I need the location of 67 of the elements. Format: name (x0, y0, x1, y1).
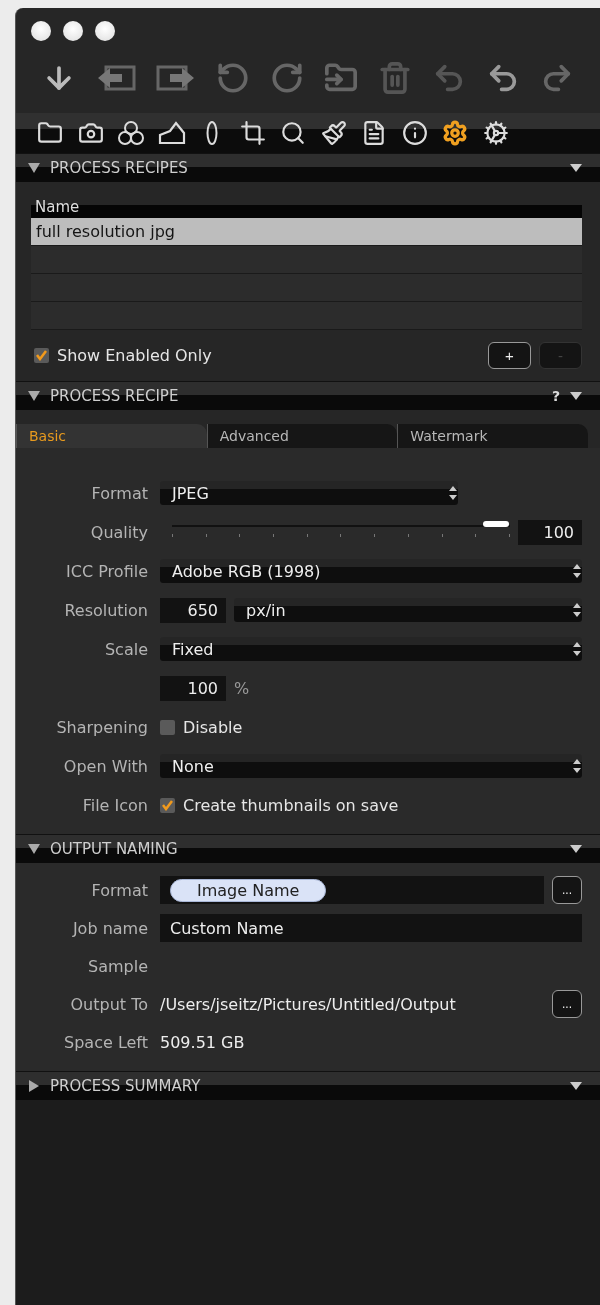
number-field[interactable]: 650 (160, 597, 226, 623)
field-label: Job name (71, 918, 148, 938)
rotate-right-icon[interactable] (270, 61, 304, 95)
field-label: Sharpening (55, 717, 148, 737)
move-right-icon[interactable] (156, 64, 196, 92)
checkbox-label: Create thumbnails on save (183, 795, 399, 815)
column-header: Name (31, 196, 582, 218)
field-label: Resolution (63, 600, 148, 620)
section-header[interactable]: PROCESS RECIPES (16, 153, 600, 182)
value-text: 509.51 GB (160, 1032, 246, 1052)
more-button[interactable]: ... (552, 876, 582, 904)
expand-triangle-icon[interactable] (28, 1080, 40, 1092)
add-button[interactable]: + (488, 342, 531, 369)
dropdown[interactable]: None (160, 754, 582, 778)
token-chip[interactable]: Image Name (170, 878, 327, 902)
menu-triangle-icon[interactable] (570, 164, 582, 172)
help-button[interactable]: ? (551, 388, 560, 404)
field-label: Output To (69, 994, 148, 1014)
window-control[interactable] (31, 21, 51, 41)
move-left-icon[interactable] (96, 64, 136, 92)
dropdown[interactable]: JPEG (160, 481, 458, 505)
field-label: Space Left (63, 1032, 148, 1052)
field-label: Scale (103, 639, 148, 659)
number-field[interactable]: 100 (518, 519, 582, 545)
stepper-icon (572, 563, 582, 579)
collapse-triangle-icon[interactable] (28, 390, 40, 402)
input-field[interactable]: Custom Name (160, 914, 582, 942)
stepper-icon (448, 485, 458, 501)
field-label: Quality (89, 522, 148, 542)
collapse-triangle-icon[interactable] (28, 843, 40, 855)
field-label: Sample (87, 956, 148, 976)
number-field[interactable]: 100 (160, 675, 226, 701)
field-label: Open With (62, 756, 148, 776)
tab[interactable]: Advanced (206, 424, 398, 448)
section-header[interactable]: PROCESS RECIPE ? (16, 381, 600, 410)
checkbox-label: Show Enabled Only (57, 346, 212, 365)
tab[interactable]: Basic (16, 424, 207, 448)
stepper-icon (572, 602, 582, 618)
unit-label: % (234, 678, 250, 698)
list-row[interactable]: full resolution jpg (31, 218, 582, 246)
rotate-left-icon[interactable] (216, 61, 250, 95)
menu-triangle-icon[interactable] (570, 392, 582, 400)
field-label: Format (90, 880, 148, 900)
checkbox[interactable] (160, 797, 175, 813)
window-control[interactable] (95, 21, 115, 41)
slider-thumb[interactable] (483, 521, 510, 527)
field-label: Format (90, 483, 148, 503)
checkbox-label: Disable (183, 717, 243, 737)
format-field[interactable]: Image Name (160, 876, 544, 904)
field-label: ICC Profile (65, 561, 148, 581)
menu-triangle-icon[interactable] (570, 1082, 582, 1090)
checkbox[interactable] (34, 348, 49, 363)
path-text: /Users/jseitz/Pictures/Untitled/Output (160, 994, 457, 1014)
dropdown[interactable]: px/in (234, 598, 582, 622)
stepper-icon (572, 641, 582, 657)
dropdown[interactable]: Fixed (160, 637, 582, 661)
field-label: File Icon (81, 795, 148, 815)
collapse-triangle-icon[interactable] (28, 162, 40, 174)
dropdown[interactable]: Adobe RGB (1998) (160, 559, 582, 583)
stepper-icon (572, 758, 582, 774)
window-control[interactable] (63, 21, 83, 41)
menu-triangle-icon[interactable] (570, 845, 582, 853)
checkbox[interactable] (160, 719, 175, 735)
tab[interactable]: Watermark (397, 424, 588, 448)
section-header[interactable]: PROCESS SUMMARY (16, 1071, 600, 1100)
more-button[interactable]: ... (552, 990, 582, 1018)
section-header[interactable]: OUTPUT NAMING (16, 834, 600, 863)
